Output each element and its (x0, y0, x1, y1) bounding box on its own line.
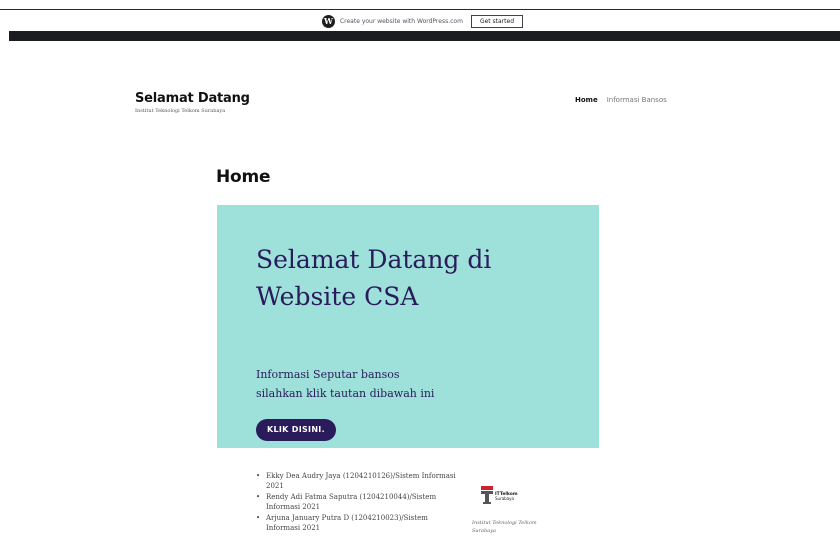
ittelkom-logo-icon: ITTelkom Surabaya (481, 486, 518, 504)
team-member-list: Ekky Dea Audry Jaya (1204210126)/Sistem … (256, 471, 456, 534)
wordpress-promo-bar: W Create your website with WordPress.com… (0, 9, 840, 32)
get-started-button[interactable]: Get started (470, 14, 524, 28)
wordpress-promo-link[interactable]: Create your website with WordPress.com (340, 18, 463, 25)
header-dark-band (9, 31, 840, 41)
logo-text-bottom: Surabaya (495, 496, 515, 501)
site-description: Institut Teknologi Telkom Surabaya (135, 108, 226, 114)
logo-caption: Institut Teknologi Telkom Surabaya (472, 520, 537, 534)
site-title[interactable]: Selamat Datang (135, 91, 250, 106)
wordpress-logo-icon[interactable]: W (321, 14, 335, 28)
cover-block: Selamat Datang di Website CSA Informasi … (217, 205, 599, 448)
cover-heading: Selamat Datang di Website CSA (256, 245, 492, 311)
cover-text-line-2: silahkan klik tautan dibawah ini (256, 387, 435, 400)
nav-item-home[interactable]: Home (575, 96, 598, 104)
nav-item-informasi-bansos[interactable]: Informasi Bansos (607, 96, 667, 104)
list-item: Arjuna January Putra D (1204210023)/Sist… (256, 513, 456, 533)
klik-disini-button[interactable]: KLIK DISINI. (256, 419, 336, 441)
wordpress-promo-content: W Create your website with WordPress.com… (321, 14, 524, 28)
cover-text-line-1: Informasi Seputar bansos (256, 368, 400, 381)
list-item: Rendy Adi Fatma Saputra (1204210044)/Sis… (256, 492, 456, 512)
primary-nav: Home Informasi Bansos (575, 96, 667, 104)
list-item: Ekky Dea Audry Jaya (1204210126)/Sistem … (256, 471, 456, 491)
page-title: Home (216, 167, 271, 187)
